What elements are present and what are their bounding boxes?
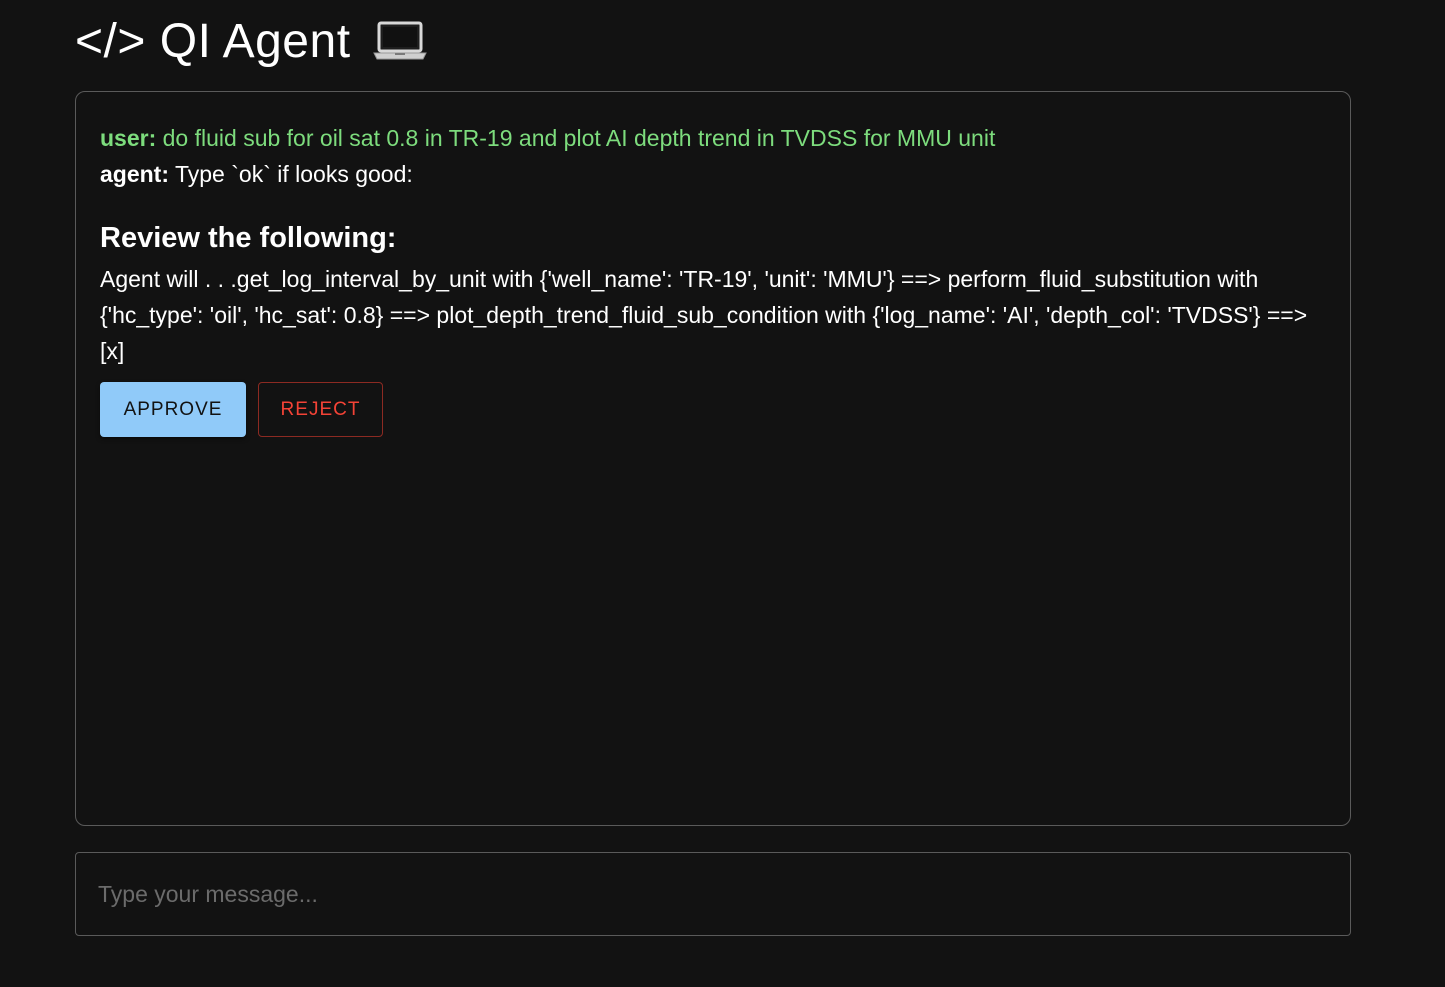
agent-message-text: Type `ok` if looks good: [174,161,413,187]
agent-role-label: agent: [100,161,169,187]
review-actions: APPROVE REJECT [100,382,1326,437]
message-composer [75,852,1351,936]
review-plan-text: Agent will . . .get_log_interval_by_unit… [100,266,1308,364]
agent-message: agent: Type `ok` if looks good: [100,156,1326,192]
review-heading: Review the following: [100,222,397,254]
chat-panel: user: do fluid sub for oil sat 0.8 in TR… [75,91,1351,826]
user-message-text: do fluid sub for oil sat 0.8 in TR-19 an… [162,125,996,151]
approve-button[interactable]: APPROVE [100,382,246,437]
page-title: </> QI Agent [75,10,427,72]
user-role-label: user: [100,125,157,151]
user-message: user: do fluid sub for oil sat 0.8 in TR… [100,120,1326,156]
app-root: </> QI Agent user: do fluid sub for oil … [0,0,1445,987]
reject-button[interactable]: REJECT [258,382,383,437]
laptop-icon [372,21,427,61]
message-input[interactable] [96,879,1330,909]
page-title-text: </> QI Agent [75,14,351,68]
